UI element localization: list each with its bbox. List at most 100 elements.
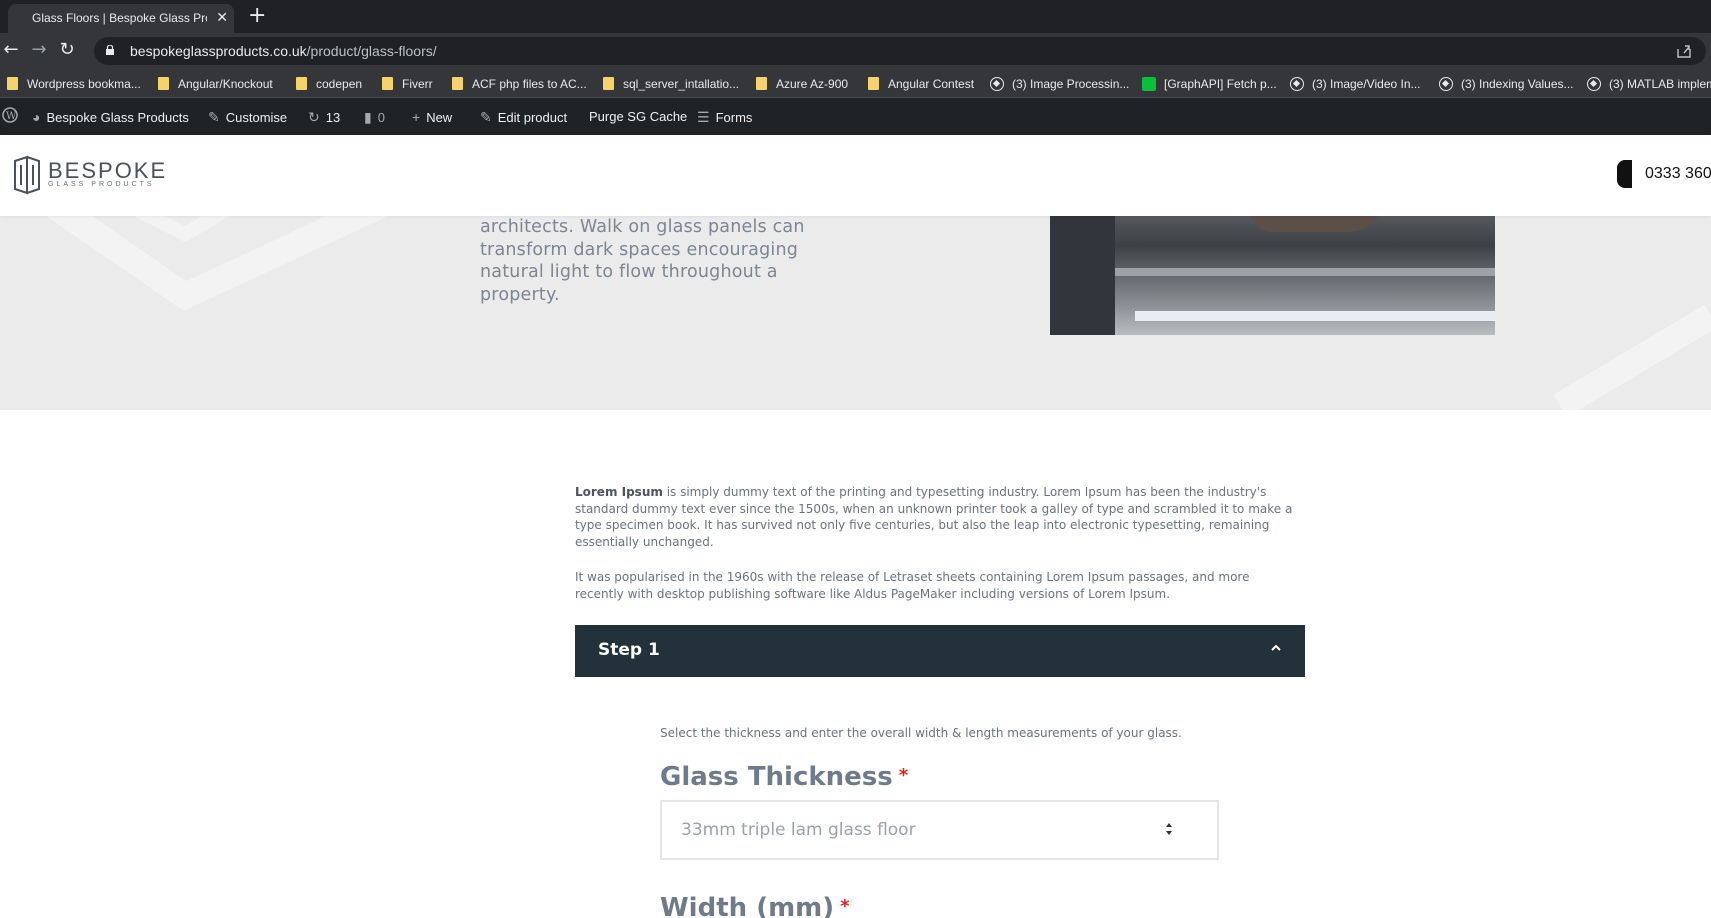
glass-thickness-label-text: Glass Thickness: [660, 762, 893, 792]
admin-site-name[interactable]: ◕ Bespoke Glass Products: [32, 109, 189, 126]
glass-floor-image: [1050, 216, 1495, 335]
browser-tab[interactable]: Glass Floors | Bespoke Glass Prod ✕: [8, 4, 234, 33]
admin-new-label: New: [426, 110, 453, 125]
svg-text:W: W: [6, 111, 17, 122]
glass-thickness-select[interactable]: 33mm triple lam glass floor: [660, 800, 1219, 860]
admin-purge-cache[interactable]: Purge SG Cache: [589, 109, 687, 125]
bookmark-label: (3) Indexing Values...: [1461, 77, 1574, 91]
bookmark-item[interactable]: (3) Image Processin...: [990, 76, 1129, 92]
accordion-title: Step 1: [598, 640, 660, 660]
bookmark-label: [GraphAPI] Fetch p...: [1164, 77, 1277, 91]
site-header: BESPOKE GLASS PRODUCTS 0333 360: [0, 135, 1711, 216]
bookmark-item[interactable]: (3) MATLAB implem: [1587, 76, 1711, 92]
bookmark-label: ACF php files to AC...: [472, 77, 587, 91]
reload-icon[interactable]: ↻: [56, 39, 78, 61]
bookmark-label: Wordpress bookma...: [27, 77, 141, 91]
site-icon: [1587, 77, 1601, 91]
product-description: Lorem Ipsum is simply dummy text of the …: [575, 484, 1300, 621]
logo-subtitle: GLASS PRODUCTS: [48, 181, 155, 188]
dashboard-icon: ◕: [32, 109, 41, 125]
wp-admin-bar: W ◕ Bespoke Glass Products ✎ Customise ↻ 13…: [0, 98, 1711, 135]
url-text: bespokeglassproducts.co.uk/product/glass…: [130, 43, 437, 59]
bookmark-item[interactable]: Fiverr: [382, 76, 433, 92]
glass-thickness-label: Glass Thickness *: [660, 762, 908, 792]
comments-count: 0: [377, 110, 385, 125]
bookmark-item[interactable]: [GraphAPI] Fetch p...: [1142, 76, 1277, 92]
width-label-text: Width (mm): [660, 893, 835, 918]
folder-icon: [868, 77, 879, 90]
bookmark-label: (3) Image/Video In...: [1312, 77, 1421, 91]
bookmark-label: Angular/Knockout: [178, 77, 273, 91]
bookmark-label: Azure Az-900: [776, 77, 849, 91]
bookmark-item[interactable]: (3) Indexing Values...: [1439, 76, 1574, 92]
bookmarks-bar: Wordpress bookma... Angular/Knockout cod…: [0, 70, 1711, 98]
bookmark-item[interactable]: Angular/Knockout: [158, 76, 273, 92]
updates-icon: ↻: [308, 109, 320, 125]
bookmark-label: codepen: [316, 77, 363, 91]
browser-tab-strip: Glass Floors | Bespoke Glass Prod ✕ +: [0, 0, 1711, 33]
folder-icon: [756, 77, 767, 90]
admin-updates[interactable]: ↻ 13: [308, 109, 340, 126]
admin-edit-product[interactable]: ✎ Edit product: [480, 109, 567, 126]
site-icon: [1439, 77, 1453, 91]
new-tab-icon[interactable]: +: [248, 3, 266, 29]
description-paragraph: Lorem Ipsum is simply dummy text of the …: [575, 484, 1300, 550]
back-arrow-icon[interactable]: ←: [0, 39, 22, 61]
selected-thickness: 33mm triple lam glass floor: [681, 820, 916, 840]
folder-icon: [452, 77, 463, 90]
admin-forms[interactable]: ☰ Forms: [697, 109, 752, 126]
required-marker: *: [840, 896, 850, 917]
site-icon: [990, 77, 1004, 91]
tab-title: Glass Floors | Bespoke Glass Prod: [32, 11, 207, 25]
folder-icon: [7, 77, 18, 90]
bookmark-item[interactable]: Angular Contest: [868, 76, 974, 92]
site-icon: [1290, 77, 1304, 91]
bookmark-item[interactable]: codepen: [296, 76, 362, 92]
bookmark-item[interactable]: ACF php files to AC...: [452, 76, 587, 92]
hero-section: architects. Walk on glass panels can tra…: [0, 216, 1711, 410]
bookmark-item[interactable]: (3) Image/Video In...: [1290, 76, 1421, 92]
bookmark-item[interactable]: Azure Az-900: [756, 76, 848, 92]
updates-count: 13: [325, 110, 341, 125]
admin-purge-cache-label: Purge SG Cache: [589, 109, 688, 124]
hero-text: architects. Walk on glass panels can tra…: [480, 217, 805, 305]
folder-icon: [296, 77, 307, 90]
step-description: Select the thickness and enter the overa…: [660, 726, 1182, 740]
width-label: Width (mm) *: [660, 893, 850, 918]
url-path: /product/glass-floors/: [306, 43, 437, 59]
browser-toolbar: ← → ↻ bespokeglassproducts.co.uk/product…: [0, 33, 1711, 70]
step-1-accordion[interactable]: Step 1: [575, 625, 1305, 677]
admin-customise-label: Customise: [225, 110, 288, 125]
bookmark-label: sql_server_intallatio...: [623, 77, 740, 91]
select-arrows-icon: [1166, 823, 1172, 835]
address-bar[interactable]: bespokeglassproducts.co.uk/product/glass…: [94, 37, 1706, 65]
admin-site-label: Bespoke Glass Products: [46, 110, 189, 125]
phone-icon: [1617, 160, 1632, 188]
bookmark-item[interactable]: Wordpress bookma...: [7, 76, 141, 92]
bookmark-label: Angular Contest: [888, 77, 975, 91]
wordpress-logo-icon[interactable]: W: [2, 107, 18, 127]
chevron-up-icon[interactable]: [1271, 643, 1281, 653]
url-host: bespokeglassproducts.co.uk: [130, 43, 307, 59]
close-tab-icon[interactable]: ✕: [216, 9, 228, 27]
forms-icon: ☰: [697, 109, 710, 125]
phone-number[interactable]: 0333 360: [1645, 165, 1711, 183]
pencil-icon: ✎: [480, 109, 492, 125]
bookmark-label: Fiverr: [402, 77, 433, 91]
admin-comments[interactable]: ▮ 0: [364, 109, 385, 126]
admin-new[interactable]: + New: [412, 109, 452, 126]
share-icon[interactable]: [1676, 43, 1692, 59]
admin-forms-label: Forms: [715, 110, 753, 125]
forward-arrow-icon[interactable]: →: [28, 39, 50, 61]
description-bold: Lorem Ipsum: [575, 485, 663, 499]
lock-icon: [106, 45, 114, 55]
description-paragraph-2: It was popularised in the 1960s with the…: [575, 570, 1250, 601]
description-text: is simply dummy text of the printing and…: [575, 485, 1293, 549]
comment-icon: ▮: [364, 109, 372, 125]
bookmark-label: (3) Image Processin...: [1012, 77, 1130, 91]
admin-customise[interactable]: ✎ Customise: [208, 109, 287, 126]
admin-edit-product-label: Edit product: [497, 110, 568, 125]
logo-icon[interactable]: [13, 155, 43, 195]
brush-icon: ✎: [208, 109, 220, 125]
bookmark-item[interactable]: sql_server_intallatio...: [603, 76, 739, 92]
